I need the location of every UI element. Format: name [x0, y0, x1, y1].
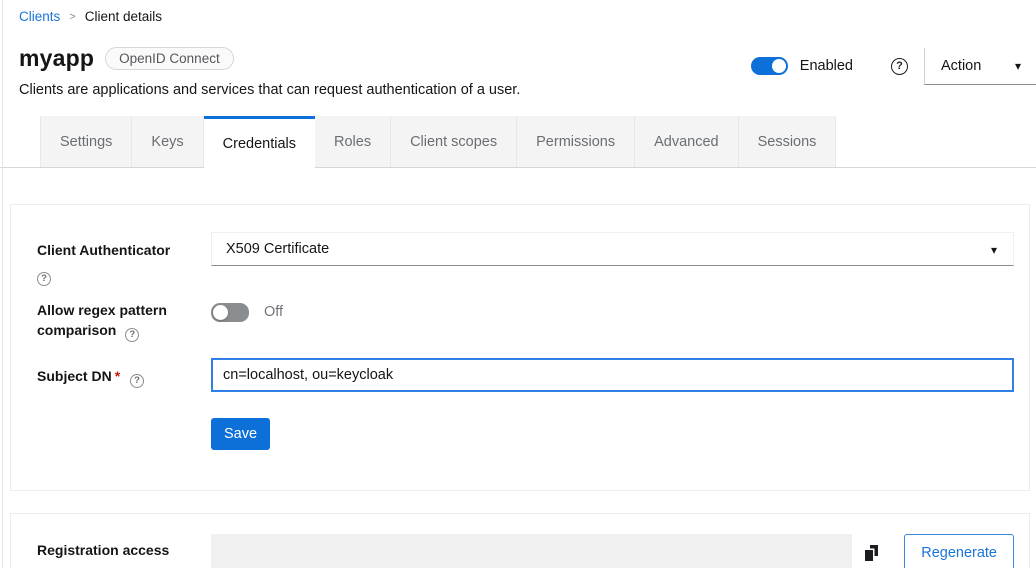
tab-advanced[interactable]: Advanced — [635, 116, 739, 167]
required-asterisk: * — [115, 368, 120, 384]
breadcrumb-current: Client details — [85, 9, 162, 24]
subject-dn-input[interactable] — [211, 358, 1014, 392]
registration-token-input-group — [211, 534, 890, 568]
allow-regex-control: Off — [211, 300, 1014, 342]
registration-token-row: Registration access token ? Regenerate — [37, 534, 1014, 568]
client-authenticator-select[interactable]: X509 Certificate ▾ — [211, 232, 1014, 266]
registration-token-control: Regenerate — [211, 534, 1014, 568]
tab-credentials[interactable]: Credentials — [204, 116, 315, 168]
allow-regex-label-line2: comparison ? — [37, 320, 201, 342]
save-button[interactable]: Save — [211, 418, 270, 450]
tab-bar: Settings Keys Credentials Roles Client s… — [0, 116, 1036, 168]
header-help-icon[interactable]: ? — [891, 58, 908, 75]
client-authenticator-label: Client Authenticator ? — [37, 232, 211, 286]
tab-client-scopes[interactable]: Client scopes — [391, 116, 517, 167]
enabled-label: Enabled — [800, 58, 853, 74]
allow-regex-state-label: Off — [264, 304, 283, 320]
credentials-card: Client Authenticator ? X509 Certificate … — [10, 204, 1030, 491]
tab-permissions[interactable]: Permissions — [517, 116, 635, 167]
client-authenticator-control: X509 Certificate ▾ — [211, 232, 1014, 286]
registration-token-input — [211, 534, 852, 568]
toggle-knob — [772, 59, 786, 73]
registration-token-label: Registration access token ? — [37, 534, 211, 568]
allow-regex-toggle-row: Off — [211, 302, 1014, 322]
chevron-down-icon: ▾ — [991, 244, 997, 256]
content-edge-line — [2, 0, 3, 568]
subject-dn-label: Subject DN* ? — [37, 358, 211, 392]
allow-regex-help-icon[interactable]: ? — [125, 328, 139, 342]
allow-regex-label-line1: Allow regex pattern — [37, 300, 201, 320]
tab-sessions[interactable]: Sessions — [739, 116, 837, 167]
header-controls: Enabled ? Action ▾ — [751, 46, 1036, 86]
registration-token-label-line1: Registration access — [37, 540, 201, 560]
breadcrumb-separator-icon: > — [69, 10, 75, 23]
tab-roles[interactable]: Roles — [315, 116, 391, 167]
allow-regex-row: Allow regex pattern comparison ? Off — [37, 300, 1014, 342]
allow-regex-label: Allow regex pattern comparison ? — [37, 300, 211, 342]
subject-dn-label-text: Subject DN — [37, 368, 112, 384]
enabled-toggle[interactable] — [751, 57, 788, 75]
toggle-knob — [213, 305, 228, 320]
subject-dn-control — [211, 358, 1014, 392]
client-authenticator-label-text: Client Authenticator — [37, 240, 201, 260]
regenerate-button[interactable]: Regenerate — [904, 534, 1014, 568]
tab-settings[interactable]: Settings — [40, 116, 132, 167]
tab-keys[interactable]: Keys — [132, 116, 203, 167]
chevron-down-icon: ▾ — [1015, 60, 1021, 72]
page-title: myapp — [19, 45, 94, 72]
registration-token-card: Registration access token ? Regenerate — [10, 513, 1030, 568]
subject-dn-help-icon[interactable]: ? — [130, 374, 144, 388]
allow-regex-toggle[interactable] — [211, 303, 249, 322]
protocol-badge: OpenID Connect — [105, 47, 234, 70]
client-authenticator-help-icon[interactable]: ? — [37, 272, 51, 286]
copy-icon — [865, 545, 878, 561]
client-authenticator-row: Client Authenticator ? X509 Certificate … — [37, 232, 1014, 286]
allow-regex-label-line2-text: comparison — [37, 322, 116, 338]
action-dropdown[interactable]: Action ▾ — [924, 48, 1036, 85]
breadcrumb-clients-link[interactable]: Clients — [19, 9, 60, 24]
registration-token-label-line2: token ? — [37, 564, 201, 568]
client-authenticator-value: X509 Certificate — [226, 241, 329, 257]
subject-dn-row: Subject DN* ? — [37, 358, 1014, 392]
client-details-page: Clients > Client details myapp OpenID Co… — [0, 0, 1036, 568]
breadcrumb: Clients > Client details — [0, 0, 1036, 24]
copy-button[interactable] — [852, 534, 890, 568]
action-dropdown-label: Action — [941, 58, 981, 74]
